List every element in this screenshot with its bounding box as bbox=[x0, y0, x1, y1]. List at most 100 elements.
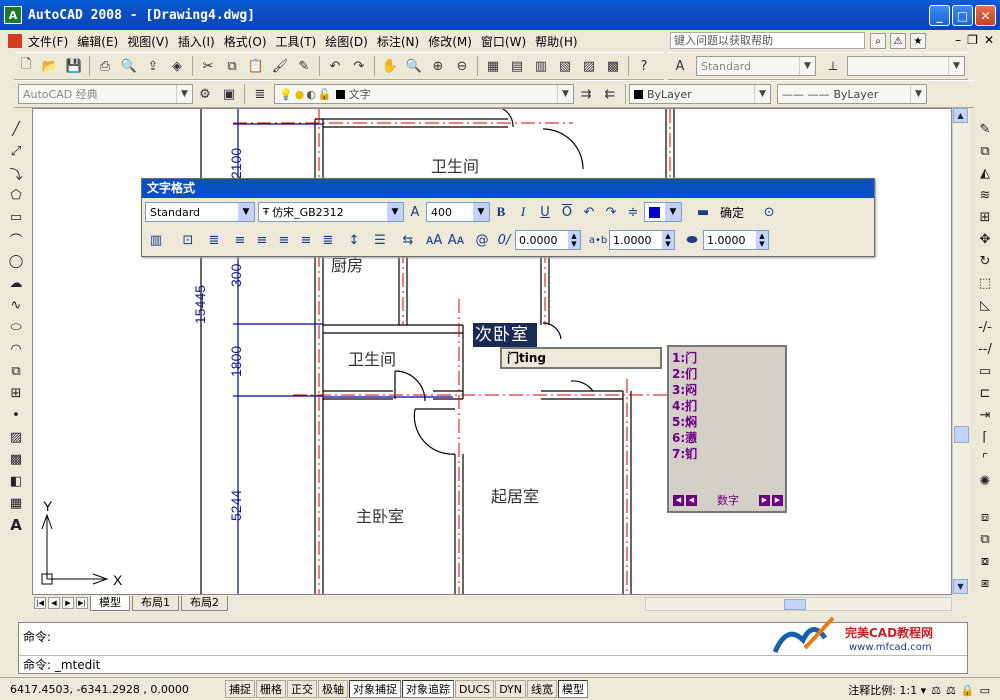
mtext-justification-icon[interactable]: ⊡ bbox=[177, 230, 199, 250]
hatch-icon[interactable]: ▨ bbox=[5, 426, 27, 448]
mdi-minimize-icon[interactable]: – bbox=[955, 33, 961, 47]
vertical-scrollbar[interactable]: ▲ ▼ bbox=[952, 108, 969, 595]
tab-prev-icon[interactable]: ◀ bbox=[48, 597, 60, 609]
status-otrack-button[interactable]: 对象追踪 bbox=[402, 680, 454, 698]
maximize-button[interactable]: □ bbox=[952, 5, 973, 26]
search-icon[interactable]: ⌕ bbox=[870, 33, 886, 49]
spin-arrows-icon[interactable]: ▲ ▼ bbox=[568, 231, 580, 249]
align-right-icon[interactable]: ≡ bbox=[273, 230, 295, 250]
ellipse-arc-icon[interactable]: ◠ bbox=[5, 338, 27, 360]
markup-icon[interactable]: ▨ bbox=[578, 55, 600, 77]
mdi-close-icon[interactable]: ✕ bbox=[984, 33, 994, 47]
match-properties-icon[interactable]: 🖌 bbox=[269, 55, 291, 77]
move-icon[interactable]: ✥ bbox=[974, 228, 996, 250]
status-grid-button[interactable]: 栅格 bbox=[256, 680, 286, 698]
horizontal-scroll-thumb[interactable] bbox=[784, 599, 806, 610]
insert-block-icon[interactable]: ⧉ bbox=[5, 360, 27, 382]
chevron-down-icon[interactable]: ▼ bbox=[754, 85, 770, 103]
3d-dwf-icon[interactable]: ◈ bbox=[166, 55, 188, 77]
dimension-style-select[interactable]: ▼ bbox=[847, 56, 965, 76]
clean-screen-icon[interactable]: ▭ bbox=[980, 684, 990, 697]
rectangle-icon[interactable]: ▭ bbox=[5, 206, 27, 228]
polygon-icon[interactable]: ⬠ bbox=[5, 184, 27, 206]
draworder-icon[interactable]: ⧈ bbox=[974, 506, 996, 528]
menu-view[interactable]: 视图(V) bbox=[127, 31, 178, 52]
auto-scale-icon[interactable]: ⚖ bbox=[946, 684, 956, 697]
numbering-icon[interactable]: ☰ bbox=[369, 230, 391, 250]
new-file-icon[interactable]: 🗋 bbox=[15, 55, 37, 77]
tab-next-icon[interactable]: ▶ bbox=[62, 597, 74, 609]
width-factor-input[interactable]: 1.0000 ▲ ▼ bbox=[703, 230, 769, 250]
menu-format[interactable]: 格式(O) bbox=[224, 31, 276, 52]
tf-ok-button[interactable]: 确定 bbox=[714, 204, 750, 221]
annotation-visibility-icon[interactable]: ⚖ bbox=[931, 684, 941, 697]
zoom-window-icon[interactable]: ⊕ bbox=[427, 55, 449, 77]
mirror-icon[interactable]: ◭ bbox=[974, 162, 996, 184]
distribute-icon[interactable]: ≣ bbox=[317, 230, 339, 250]
tab-first-icon[interactable]: |◀ bbox=[34, 597, 46, 609]
chevron-down-icon[interactable]: ▼ bbox=[557, 85, 573, 103]
communication-center-icon[interactable]: ⚠ bbox=[890, 33, 906, 49]
stretch-icon[interactable]: ◺ bbox=[974, 294, 996, 316]
columns-icon[interactable]: ▥ bbox=[145, 230, 167, 250]
properties-icon[interactable]: ▦ bbox=[482, 55, 504, 77]
menu-draw[interactable]: 绘图(D) bbox=[325, 31, 377, 52]
layer-manager-icon[interactable]: ≣ bbox=[249, 83, 271, 105]
plot-preview-icon[interactable]: 🔍 bbox=[118, 55, 140, 77]
revision-cloud-icon[interactable]: ☁ bbox=[5, 272, 27, 294]
ime-page-first-icon[interactable]: ◀ bbox=[673, 494, 684, 506]
menu-window[interactable]: 窗口(W) bbox=[481, 31, 535, 52]
arc-icon[interactable]: ⌒ bbox=[5, 228, 27, 250]
menu-file[interactable]: 文件(F) bbox=[28, 31, 77, 52]
erase-icon[interactable]: ✎ bbox=[974, 118, 996, 140]
pan-icon[interactable]: ✋ bbox=[379, 55, 401, 77]
status-ortho-button[interactable]: 正交 bbox=[287, 680, 317, 698]
vertical-scroll-thumb[interactable] bbox=[954, 426, 969, 443]
ellipse-icon[interactable]: ⬭ bbox=[5, 316, 27, 338]
toolbar-lock-icon[interactable]: 🔒 bbox=[961, 684, 975, 697]
align-center-icon[interactable]: ≡ bbox=[251, 230, 273, 250]
array-icon[interactable]: ⊞ bbox=[974, 206, 996, 228]
ime-candidate[interactable]: 3:闷 bbox=[672, 382, 785, 398]
line-spacing-icon[interactable]: ↕ bbox=[343, 230, 365, 250]
status-osnap-button[interactable]: 对象捕捉 bbox=[349, 680, 401, 698]
offset-icon[interactable]: ≋ bbox=[974, 184, 996, 206]
menu-edit[interactable]: 编辑(E) bbox=[77, 31, 127, 52]
options-icon[interactable]: ⊙ bbox=[758, 202, 780, 222]
scroll-down-icon[interactable]: ▼ bbox=[953, 579, 968, 594]
tracking-input[interactable]: 1.0000 ▲ ▼ bbox=[609, 230, 675, 250]
layer-select[interactable]: 💡 ● ◐ 🔓 文字 ▼ bbox=[274, 84, 574, 104]
tab-model[interactable]: 模型 bbox=[90, 595, 130, 611]
spin-arrows-icon[interactable]: ▲ ▼ bbox=[756, 231, 768, 249]
break-at-point-icon[interactable]: ⊏ bbox=[974, 382, 996, 404]
make-block-icon[interactable]: ⊞ bbox=[5, 382, 27, 404]
ime-candidate[interactable]: 4:扪 bbox=[672, 398, 785, 414]
stack-icon[interactable]: ≑ bbox=[622, 202, 644, 222]
my-workspace-icon[interactable]: ▣ bbox=[218, 83, 240, 105]
sheet-set-icon[interactable]: ▧ bbox=[554, 55, 576, 77]
menu-dimension[interactable]: 标注(N) bbox=[377, 31, 428, 52]
paragraph-icon[interactable]: ≣ bbox=[203, 230, 225, 250]
tf-color-select[interactable]: ▼ bbox=[644, 202, 682, 222]
favorites-star-icon[interactable]: ★ bbox=[910, 33, 926, 49]
tf-bold-button[interactable]: B bbox=[490, 202, 512, 222]
minimize-button[interactable]: _ bbox=[929, 5, 950, 26]
chevron-down-icon[interactable]: ▼ bbox=[948, 57, 964, 75]
chevron-down-icon[interactable]: ▼ bbox=[799, 57, 815, 75]
tf-underline-button[interactable]: U bbox=[534, 202, 556, 222]
tab-layout1[interactable]: 布局1 bbox=[132, 595, 179, 611]
mdi-restore-icon[interactable]: ❐ bbox=[967, 33, 978, 47]
status-model-button[interactable]: 模型 bbox=[558, 680, 589, 698]
undo-icon[interactable]: ↶ bbox=[324, 55, 346, 77]
text-format-title[interactable]: 文字格式 bbox=[142, 179, 874, 198]
ime-candidate[interactable]: 5:焖 bbox=[672, 414, 785, 430]
lowercase-icon[interactable]: Aᴀ bbox=[445, 230, 467, 250]
menu-insert[interactable]: 插入(I) bbox=[178, 31, 224, 52]
tf-style-select[interactable]: Standard ▼ bbox=[145, 202, 255, 222]
zoom-realtime-icon[interactable]: 🔍 bbox=[403, 55, 425, 77]
undo-icon[interactable]: ↶ bbox=[578, 202, 600, 222]
linetype-select[interactable]: —— —— ByLayer ▼ bbox=[777, 84, 927, 104]
menu-modify[interactable]: 修改(M) bbox=[428, 31, 481, 52]
status-polar-button[interactable]: 极轴 bbox=[318, 680, 348, 698]
chevron-down-icon[interactable]: ▼ bbox=[387, 203, 403, 221]
